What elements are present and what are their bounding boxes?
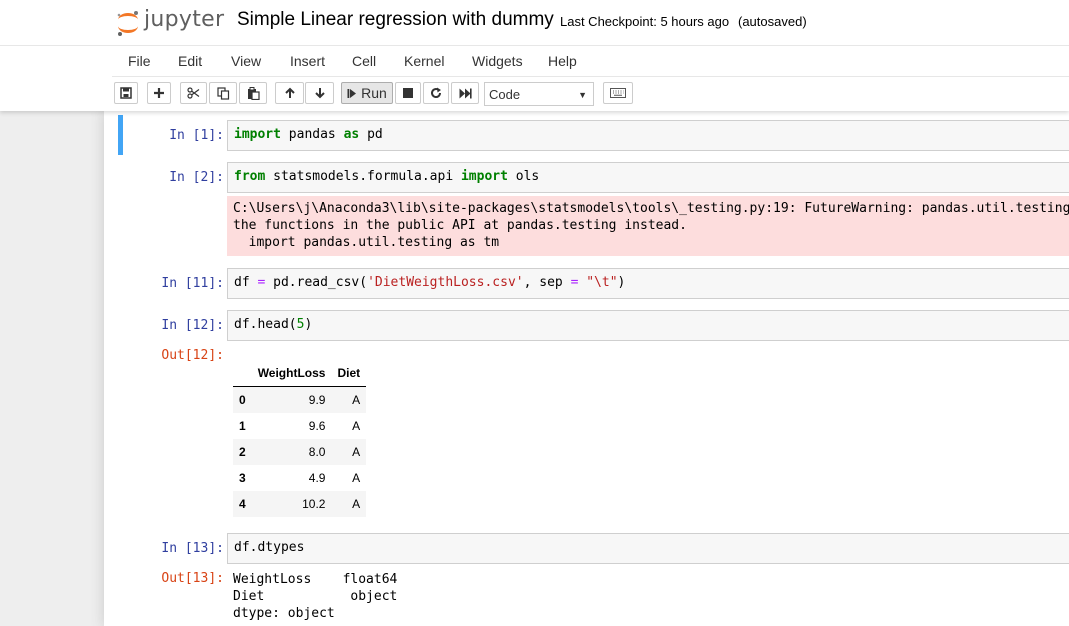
table-cell: 9.6 [308, 419, 326, 433]
code-input[interactable]: from statsmodels.formula.api import ols [227, 162, 1069, 193]
restart-icon [431, 87, 442, 99]
table-header-row: WeightLoss Diet [233, 360, 367, 387]
menu-view[interactable]: View [231, 53, 261, 69]
step-forward-icon [347, 88, 357, 98]
move-down-button[interactable] [305, 82, 334, 104]
menu-cell[interactable]: Cell [352, 53, 376, 69]
table-row: 0 9.9 A [233, 386, 367, 413]
code-input[interactable]: df.head(5) [227, 310, 1069, 341]
table-row: 2 8.0 A [233, 439, 367, 465]
paste-icon [247, 86, 260, 100]
input-prompt: In [13]: [161, 541, 224, 556]
notebook-header: jupyter Simple Linear regression with du… [0, 0, 1069, 111]
output-prompt: Out[13]: [161, 571, 224, 586]
row-index: 2 [239, 445, 246, 459]
column-header: WeightLoss [251, 360, 332, 387]
jupyter-logo[interactable]: jupyter [115, 6, 225, 38]
plus-icon [154, 88, 164, 98]
column-header: Diet [331, 360, 367, 387]
title-row: jupyter Simple Linear regression with du… [0, 0, 1069, 45]
logo-text: jupyter [144, 7, 225, 32]
table-cell: A [352, 497, 361, 511]
code-token: import [234, 127, 281, 142]
stderr-output: C:\Users\j\Anaconda3\lib\site-packages\s… [227, 196, 1069, 256]
code-token: as [343, 127, 360, 142]
menu-insert[interactable]: Insert [290, 53, 325, 69]
table-row: 4 10.2 A [233, 491, 367, 517]
paste-button[interactable] [239, 82, 267, 104]
index-header [233, 360, 252, 387]
input-prompt: In [1]: [169, 128, 224, 143]
table-cell: 8.0 [308, 445, 326, 459]
code-token: import [460, 169, 508, 184]
cut-button[interactable] [180, 82, 207, 104]
table-cell: A [352, 419, 361, 433]
stop-icon [403, 88, 413, 98]
code-token: = [570, 275, 579, 290]
output-prompt: Out[12]: [161, 348, 224, 363]
code-input[interactable]: import pandas as pd [227, 120, 1069, 151]
insert-cell-button[interactable] [147, 82, 171, 104]
table-cell: A [352, 445, 361, 459]
table-cell: 10.2 [302, 497, 326, 511]
cell-type-value: Code [489, 87, 521, 102]
menu-file[interactable]: File [128, 53, 151, 69]
input-prompt: In [11]: [161, 276, 224, 291]
table-cell: 4.9 [308, 471, 326, 485]
code-input[interactable]: df = pd.read_csv('DietWeigthLoss.csv', s… [227, 268, 1069, 299]
code-token: "\t" [586, 275, 618, 290]
menubar: File Edit View Insert Cell Kernel Widget… [112, 46, 1069, 77]
menu-edit[interactable]: Edit [178, 53, 202, 69]
menu-widgets[interactable]: Widgets [472, 53, 523, 69]
code-input[interactable]: df.dtypes [227, 533, 1069, 564]
row-index: 4 [239, 497, 246, 511]
notebook-name[interactable]: Simple Linear regression with dummy [237, 9, 554, 31]
table-row: 3 4.9 A [233, 465, 366, 491]
run-button[interactable]: Run [341, 82, 393, 104]
row-index: 0 [239, 393, 246, 407]
copy-button[interactable] [209, 82, 237, 104]
keyboard-icon [610, 88, 626, 98]
arrow-up-icon [284, 87, 295, 98]
command-palette-button[interactable] [603, 82, 633, 104]
input-prompt: In [12]: [161, 318, 224, 333]
restart-run-all-button[interactable] [451, 82, 479, 104]
fast-forward-icon [459, 88, 472, 98]
chevron-down-icon: ▼ [578, 90, 587, 100]
cell-type-select[interactable]: Code ▼ [484, 82, 594, 106]
code-token: = [257, 275, 266, 290]
table-row: 1 9.6 A [233, 413, 366, 439]
interrupt-button[interactable] [395, 82, 421, 104]
save-button[interactable] [114, 82, 138, 104]
input-prompt: In [2]: [169, 170, 224, 185]
table-cell: A [352, 393, 361, 407]
arrow-down-icon [314, 88, 325, 99]
row-index: 1 [239, 419, 246, 433]
dataframe-table: WeightLoss Diet 0 9.9 A 1 9.6 A 2 8.0 A … [233, 360, 367, 517]
menu-help[interactable]: Help [548, 53, 577, 69]
checkpoint-status: Last Checkpoint: 5 hours ago [560, 14, 730, 29]
code-token: 'DietWeigthLoss.csv' [367, 275, 524, 290]
code-token: from [234, 169, 266, 184]
save-icon [120, 87, 132, 99]
move-up-button[interactable] [275, 82, 304, 104]
run-label: Run [361, 85, 387, 101]
toolbar: Run Code ▼ [112, 82, 1069, 108]
row-index: 3 [239, 471, 246, 485]
table-cell: 9.9 [308, 393, 326, 407]
jupyter-logo-icon [117, 11, 138, 36]
restart-button[interactable] [423, 82, 449, 104]
text-output: WeightLoss float64 Diet object dtype: ob… [233, 572, 398, 621]
table-cell: A [352, 471, 361, 485]
autosave-status: (autosaved) [738, 14, 807, 29]
code-token: 5 [296, 317, 305, 332]
menu-kernel[interactable]: Kernel [404, 53, 444, 69]
scissors-icon [187, 87, 200, 99]
copy-icon [216, 86, 229, 100]
